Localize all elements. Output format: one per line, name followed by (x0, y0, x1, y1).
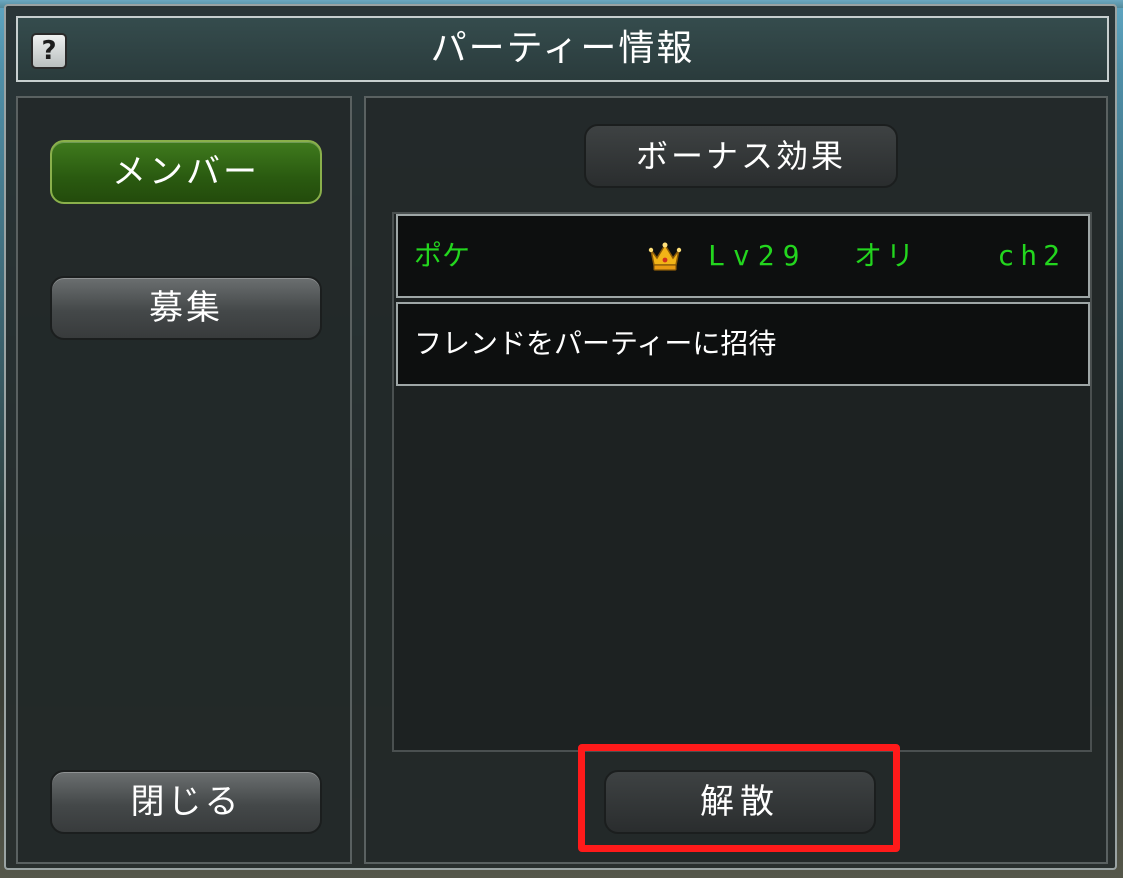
invite-friend-button[interactable]: フレンドをパーティーに招待 (396, 302, 1090, 386)
main-panel: ボーナス効果 ポケ Lv29 オリ ch2 フレンドをパーティーに招待 解散 (364, 96, 1108, 864)
bonus-effect-button[interactable]: ボーナス効果 (584, 124, 898, 188)
party-info-window: パーティー情報 ? メンバー 募集 閉じる ボーナス効果 ポケ Lv29 オリ … (4, 4, 1117, 870)
disband-button[interactable]: 解散 (604, 770, 876, 834)
tab-recruit[interactable]: 募集 (50, 276, 322, 340)
close-button[interactable]: 閉じる (50, 770, 322, 834)
title-bar: パーティー情報 ? (16, 16, 1109, 82)
window-title: パーティー情報 (430, 28, 695, 69)
invite-friend-label: フレンドをパーティーに招待 (414, 327, 777, 360)
crown-icon (648, 242, 682, 271)
member-channel: ch2 (997, 239, 1066, 272)
member-level: Lv29 (708, 239, 808, 272)
help-button[interactable]: ? (31, 33, 67, 69)
sidebar: メンバー 募集 閉じる (16, 96, 352, 864)
tab-members[interactable]: メンバー (50, 140, 322, 204)
list-item[interactable]: ポケ Lv29 オリ ch2 (396, 214, 1090, 298)
member-job: オリ (854, 239, 919, 272)
game-screen: パーティー情報 ? メンバー 募集 閉じる ボーナス効果 ポケ Lv29 オリ … (0, 0, 1123, 878)
party-member-list: ポケ Lv29 オリ ch2 フレンドをパーティーに招待 (392, 212, 1092, 752)
member-name: ポケ (414, 239, 471, 272)
